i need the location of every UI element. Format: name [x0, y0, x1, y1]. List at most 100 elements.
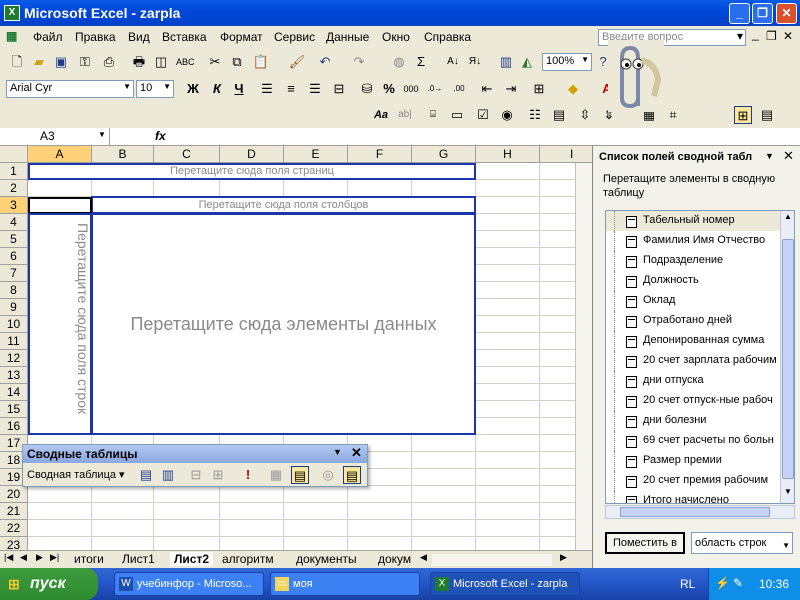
toggle-grid-icon[interactable]: ⊞ [734, 106, 752, 124]
sheet-tab[interactable]: документы [296, 552, 357, 566]
menu-file[interactable]: Файл [33, 30, 63, 44]
list-box-icon[interactable]: ☷ [526, 106, 544, 124]
taskbar-task-active[interactable]: X Microsoft Excel - zarpla [430, 572, 580, 596]
add-to-button[interactable]: Поместить в [605, 532, 685, 554]
close-icon[interactable]: ✕ [351, 445, 362, 461]
undo-icon[interactable]: ↶ [316, 53, 334, 71]
format-report-icon[interactable]: ▤ [137, 466, 155, 484]
format-painter-icon[interactable]: 🖌 [288, 53, 306, 71]
page-fields-drop-zone[interactable]: Перетащите сюда поля страниц [28, 163, 476, 180]
row-header[interactable]: 16 [0, 418, 28, 435]
font-name-combo[interactable]: Arial Cyr ▼ [6, 80, 134, 98]
bold-button[interactable]: Ж [184, 80, 202, 98]
combo-box-icon[interactable]: ▤ [550, 106, 568, 124]
increase-indent-icon[interactable]: ⇥ [502, 80, 520, 98]
menu-help[interactable]: Справка [424, 30, 471, 44]
scroll-left-icon[interactable]: ◀ [420, 552, 427, 563]
print-preview-icon[interactable]: ⎙ [100, 53, 118, 71]
row-header[interactable]: 14 [0, 384, 28, 401]
field-item[interactable]: Подразделение [606, 251, 782, 271]
row-fields-drop-zone[interactable]: Перетащите сюда поля строк [28, 213, 92, 435]
show-detail-icon[interactable]: ⊞ [209, 466, 227, 484]
field-item[interactable]: дни болезни [606, 411, 782, 431]
field-list[interactable]: Табельный номер Фамилия Имя Отчество Подр… [605, 210, 795, 504]
decrease-decimal-icon[interactable]: .00 [450, 80, 468, 98]
menu-data[interactable]: Данные [326, 30, 369, 44]
start-button[interactable]: ⊞ пуск [0, 568, 98, 600]
row-header[interactable]: 10 [0, 316, 28, 333]
open-icon[interactable]: ▰ [30, 53, 48, 71]
row-header[interactable]: 23 [0, 537, 28, 550]
field-settings-icon[interactable]: ◎ [319, 466, 337, 484]
column-header[interactable]: F [348, 146, 412, 163]
pivot-chart-icon[interactable]: ▥ [159, 466, 177, 484]
merge-center-icon[interactable]: ⊟ [330, 80, 348, 98]
row-header[interactable]: 22 [0, 520, 28, 537]
column-header[interactable]: E [284, 146, 348, 163]
clock[interactable]: 10:36 [759, 577, 789, 591]
scroll-down-icon[interactable]: ▼ [782, 487, 794, 499]
first-sheet-icon[interactable]: |◀ [4, 552, 13, 563]
column-header[interactable]: C [154, 146, 220, 163]
new-icon[interactable]: 🗋 [8, 53, 26, 71]
column-header[interactable]: B [92, 146, 154, 163]
sheet-tab[interactable]: алгоритм [222, 552, 274, 566]
fill-color-icon[interactable]: ◆ [564, 80, 582, 98]
copy-icon[interactable]: ⧉ [228, 53, 246, 71]
formula-input[interactable] [178, 130, 588, 144]
scroll-right-icon[interactable]: ▶ [560, 552, 567, 563]
menu-edit[interactable]: Правка [75, 30, 116, 44]
next-sheet-icon[interactable]: ▶ [36, 552, 43, 563]
row-header[interactable]: 13 [0, 367, 28, 384]
panel-menu-icon[interactable]: ▼ [765, 151, 774, 161]
hyperlink-icon[interactable]: ◍ [390, 53, 408, 71]
field-item[interactable]: Оклад [606, 291, 782, 311]
help-dropdown-icon[interactable]: ▾ [737, 29, 743, 43]
thousands-icon[interactable]: 000 [402, 80, 420, 98]
column-header[interactable]: A [28, 146, 92, 163]
hscroll-thumb[interactable] [620, 507, 770, 517]
row-header[interactable]: 1 [0, 163, 28, 180]
row-header[interactable]: 2 [0, 180, 28, 197]
checkbox-control-icon[interactable]: ☑ [474, 106, 492, 124]
horizontal-scrollbar[interactable] [432, 554, 552, 566]
close-button[interactable]: ✕ [776, 3, 797, 24]
taskbar-task[interactable]: W учебинфор - Microso... [114, 572, 264, 596]
pivot-table-toolbar[interactable]: Сводные таблицы ▼ ✕ Сводная таблица ▾ ▤ … [22, 444, 368, 487]
row-header[interactable]: 9 [0, 299, 28, 316]
active-cell[interactable] [28, 197, 92, 214]
maximize-button[interactable]: ❐ [752, 3, 773, 24]
row-header[interactable]: 6 [0, 248, 28, 265]
borders-icon[interactable]: ⊞ [530, 80, 548, 98]
row-header[interactable]: 15 [0, 401, 28, 418]
option-button-icon[interactable]: ◉ [498, 106, 516, 124]
target-area-select[interactable]: область строк ▼ [691, 532, 793, 554]
decrease-indent-icon[interactable]: ⇤ [478, 80, 496, 98]
toolbar-options-icon[interactable]: ▼ [333, 447, 342, 457]
last-sheet-icon[interactable]: ▶| [50, 552, 59, 563]
pivot-toolbar-title[interactable]: Сводные таблицы ▼ ✕ [23, 445, 367, 463]
column-fields-drop-zone[interactable]: Перетащите сюда поля столбцов [91, 196, 476, 214]
field-list-toggle-icon[interactable]: ▤ [343, 466, 361, 484]
align-right-icon[interactable]: ☰ [306, 80, 324, 98]
column-header[interactable]: I [540, 146, 592, 163]
scroll-bar-icon[interactable]: ⇳ [576, 106, 594, 124]
currency-icon[interactable]: ⛁ [358, 80, 376, 98]
sheet-tab[interactable]: итоги [74, 552, 104, 566]
row-header[interactable]: 7 [0, 265, 28, 282]
field-item[interactable]: Фамилия Имя Отчество [606, 231, 782, 251]
menu-view[interactable]: Вид [128, 30, 150, 44]
row-header[interactable]: 3 [0, 197, 28, 214]
italic-button[interactable]: К [208, 80, 226, 98]
insert-function-icon[interactable]: fx [155, 129, 166, 143]
chart-wizard-icon[interactable]: ▥ [497, 53, 515, 71]
field-item[interactable]: дни отпуска [606, 371, 782, 391]
row-header[interactable]: 11 [0, 333, 28, 350]
edit-code-icon[interactable]: ⌗ [664, 106, 682, 124]
row-header[interactable]: 5 [0, 231, 28, 248]
align-left-icon[interactable]: ☰ [258, 80, 276, 98]
menu-window[interactable]: Окно [382, 30, 410, 44]
sort-descending-icon[interactable]: Я↓ [466, 53, 484, 71]
save-icon[interactable]: ▣ [52, 53, 70, 71]
always-display-items-icon[interactable]: ▤ [291, 466, 309, 484]
